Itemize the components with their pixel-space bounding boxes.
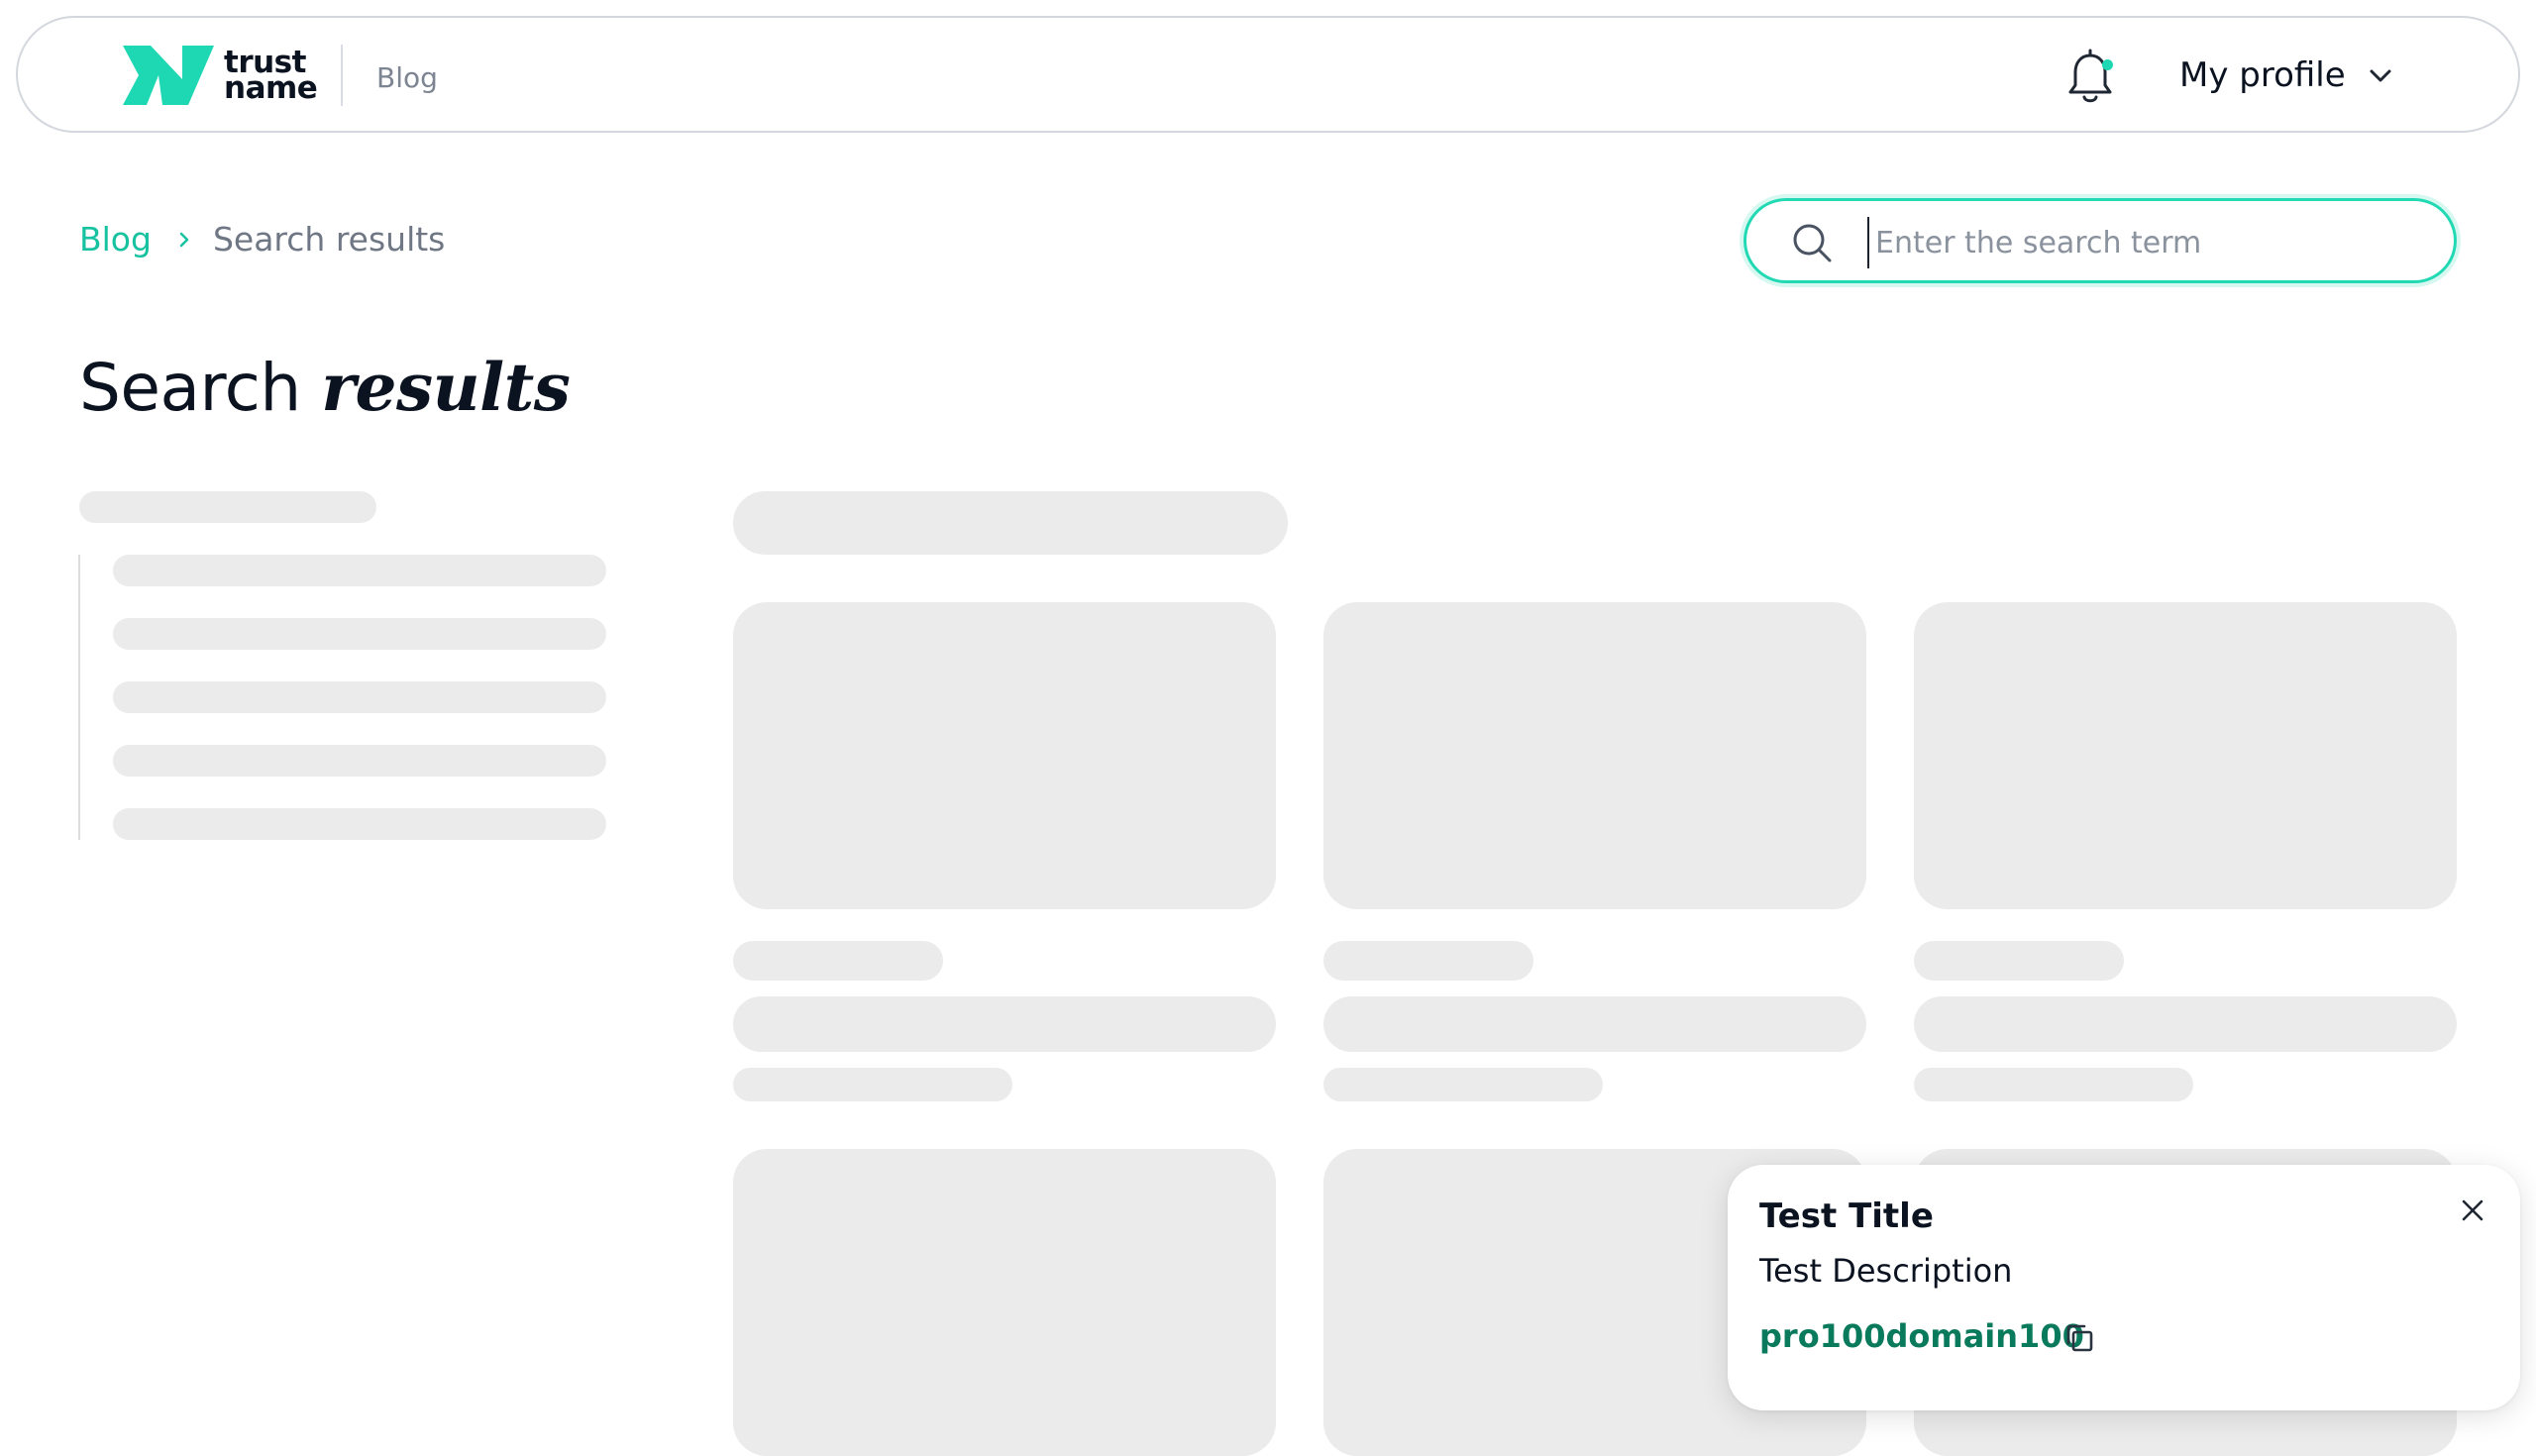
sidebar-heading-skeleton <box>79 491 376 523</box>
header-section-label: Blog <box>376 61 438 94</box>
search-icon <box>1793 224 1832 262</box>
search-input[interactable] <box>1867 217 2432 268</box>
chevron-right-icon <box>179 232 189 247</box>
card-title-skeleton <box>733 996 1276 1052</box>
logo[interactable]: trust name <box>121 36 318 115</box>
page-title-regular: Search <box>79 350 301 426</box>
sidebar-item-skeleton <box>113 555 606 586</box>
profile-menu-button[interactable]: My profile <box>2179 55 2393 95</box>
card-meta-skeleton <box>1323 1068 1603 1101</box>
card-image-skeleton <box>733 602 1276 909</box>
card-tag-skeleton <box>1914 941 2124 981</box>
card-title-skeleton <box>1914 996 2457 1052</box>
page-title: Search results <box>79 349 571 426</box>
card-image-skeleton <box>1914 602 2457 909</box>
search-box <box>1744 198 2457 283</box>
card-image-skeleton <box>733 1149 1276 1456</box>
toast-notification: Test Title Test Description pro100domain… <box>1728 1165 2520 1410</box>
breadcrumb-link-blog[interactable]: Blog <box>79 220 152 259</box>
section-heading-skeleton <box>733 491 1288 555</box>
notification-dot <box>2102 59 2113 70</box>
card-meta-skeleton <box>733 1068 1012 1101</box>
logo-text-line2: name <box>224 70 318 106</box>
logo-text: trust name <box>224 48 318 106</box>
top-header: trust name Blog My profile <box>16 16 2520 133</box>
toast-code: pro100domain100 <box>1759 1317 2084 1355</box>
toast-description: Test Description <box>1759 1252 2013 1290</box>
sidebar-item-skeleton <box>113 808 606 840</box>
card-title-skeleton <box>1323 996 1866 1052</box>
card-meta-skeleton <box>1914 1068 2193 1101</box>
card-tag-skeleton <box>1323 941 1533 981</box>
sidebar-item-skeleton <box>113 681 606 713</box>
notifications-button[interactable] <box>2062 48 2118 107</box>
logo-mark-icon <box>123 46 214 105</box>
sidebar-rule <box>78 555 80 840</box>
bell-icon <box>2068 49 2112 103</box>
copy-icon[interactable] <box>2062 1321 2096 1355</box>
header-divider <box>341 45 343 106</box>
sidebar-item-skeleton <box>113 618 606 650</box>
toast-title: Test Title <box>1759 1196 1934 1236</box>
breadcrumb: Blog Search results <box>79 220 445 259</box>
close-icon[interactable] <box>2457 1195 2488 1226</box>
card-image-skeleton <box>1323 602 1866 909</box>
chevron-down-icon <box>2370 69 2391 82</box>
card-tag-skeleton <box>733 941 943 981</box>
profile-label: My profile <box>2179 55 2346 95</box>
breadcrumb-current: Search results <box>212 220 446 259</box>
sidebar-item-skeleton <box>113 745 606 777</box>
page-title-emphasis: results <box>321 349 571 426</box>
